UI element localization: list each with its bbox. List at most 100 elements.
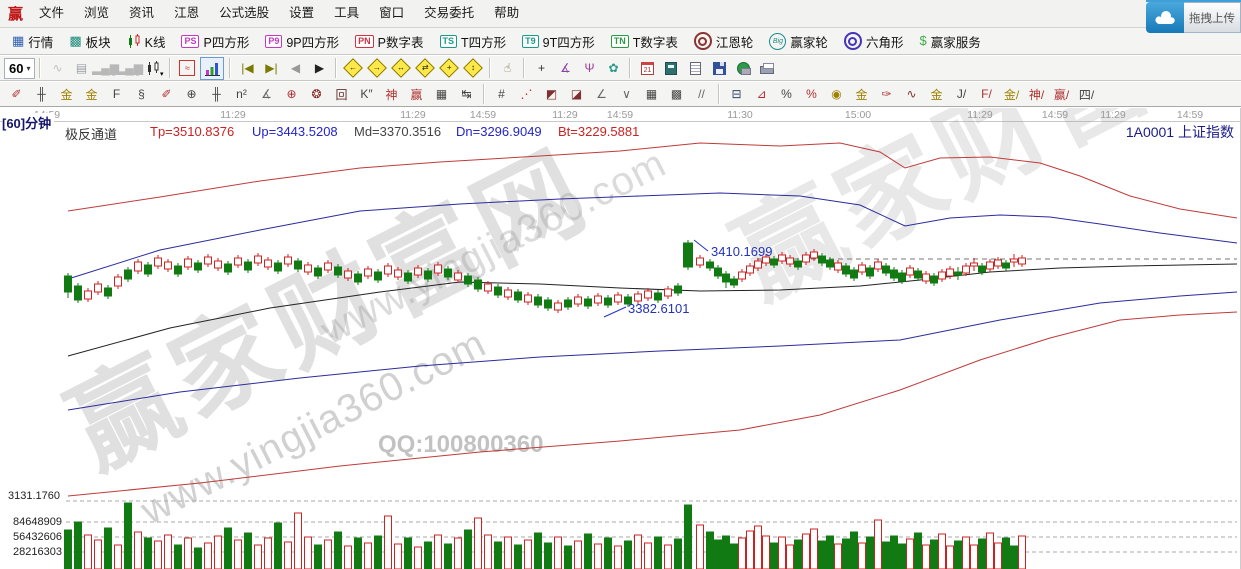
menu-item-2[interactable]: 资讯 <box>119 6 164 20</box>
clipboard-tool[interactable]: ▤ <box>70 58 92 79</box>
fib-grid-tool[interactable]: F <box>105 84 128 104</box>
kline-button[interactable]: K线 <box>119 30 174 52</box>
save-tool[interactable] <box>708 58 730 79</box>
brush-grid-tool[interactable]: ✐ <box>155 84 178 104</box>
print-tool[interactable] <box>756 58 778 79</box>
gann-wheel-button[interactable]: 江恩轮 <box>686 30 762 52</box>
spiral-tool[interactable]: § <box>130 84 153 104</box>
notes-tool[interactable] <box>684 58 706 79</box>
diamond-move-left-button[interactable]: ← <box>342 58 364 79</box>
menu-item-6[interactable]: 工具 <box>324 6 369 20</box>
diamond-compress-button[interactable]: ⇄ <box>414 58 436 79</box>
fan-box-tool[interactable]: ◩ <box>540 84 563 104</box>
menu-item-9[interactable]: 帮助 <box>484 6 529 20</box>
gold-angle-tool[interactable]: 金 <box>925 84 948 104</box>
t-number-table-button[interactable]: TNT数字表 <box>603 30 686 52</box>
grid-tool[interactable]: ▦ <box>640 84 663 104</box>
bars-5-tool[interactable]: ▂▄▆5 <box>118 58 140 79</box>
p9-square-button[interactable]: P99P四方形 <box>257 30 347 52</box>
percent-tool[interactable]: % <box>775 84 798 104</box>
indicator-chart-tool[interactable] <box>200 57 224 80</box>
fractal-tool[interactable]: Ψ <box>578 58 600 79</box>
k-marks-tool[interactable]: K″ <box>355 84 378 104</box>
gold2-angle-tool[interactable]: 金/ <box>1000 84 1023 104</box>
gold-circle-tool[interactable]: ◉ <box>825 84 848 104</box>
gold-grid-tool[interactable]: 金 <box>55 84 78 104</box>
wave-tool[interactable]: ∿ <box>900 84 923 104</box>
zigzag-tool[interactable]: ∿ <box>46 58 68 79</box>
percent-triangle-tool[interactable]: ⊿ <box>750 84 773 104</box>
fan-lines-tool[interactable]: ⋰ <box>515 84 538 104</box>
menu-item-3[interactable]: 江恩 <box>164 6 209 20</box>
menu-item-0[interactable]: 文件 <box>29 6 74 20</box>
n2-grid-tool[interactable]: n² <box>230 84 253 104</box>
timeshare-chart-tool[interactable]: ≈ <box>176 58 198 79</box>
j-angle-tool[interactable]: J/ <box>950 84 973 104</box>
timeframe-select[interactable]: 60▾ <box>4 58 35 79</box>
price-annotation-0: 3410.1699 <box>711 244 772 259</box>
diamond-expand-button-icon: ↔ <box>392 58 412 78</box>
menu-item-5[interactable]: 设置 <box>279 6 324 20</box>
cloud-icon[interactable] <box>1146 2 1184 33</box>
percent-line-tool[interactable]: % <box>800 84 823 104</box>
diamond-expand-button[interactable]: ↔ <box>390 58 412 79</box>
cycle-circle-tool[interactable]: ⊕ <box>180 84 203 104</box>
box-ruler-tool[interactable]: # <box>490 84 513 104</box>
angle-a-tool[interactable]: ∡ <box>255 84 278 104</box>
price-chart-canvas[interactable]: 14:5911:2911:2914:5911:2914:5911:3015:00… <box>0 108 1241 569</box>
next-page-button[interactable]: ▶ <box>308 58 330 79</box>
fan-square-tool[interactable]: ◪ <box>565 84 588 104</box>
flag-pencil-tool[interactable]: ✑ <box>875 84 898 104</box>
t9-square-button[interactable]: T99T四方形 <box>514 30 603 52</box>
market-quotes-button[interactable]: ▦行情 <box>4 30 61 52</box>
trend-angle-tool[interactable]: ∠ <box>590 84 613 104</box>
candle-style-tool[interactable]: ▾ <box>142 58 164 79</box>
bars-3-tool[interactable]: ▂▄▆3 <box>94 58 116 79</box>
scale-tool[interactable]: ⊟ <box>725 84 748 104</box>
target-tool[interactable]: ❂ <box>305 84 328 104</box>
circle-cross-tool[interactable]: ⊕ <box>280 84 303 104</box>
first-page-button[interactable]: |◀ <box>236 58 258 79</box>
angle-measure-tool[interactable]: ∡ <box>554 58 576 79</box>
t-square-button[interactable]: TST四方形 <box>432 30 515 52</box>
crosshair-tool[interactable]: + <box>530 58 552 79</box>
winner-wheel-button[interactable]: Big赢家轮 <box>761 30 836 52</box>
diamond-zoom-button[interactable]: + <box>438 58 460 79</box>
time-grid-tool[interactable]: ╫ <box>205 84 228 104</box>
prev-page-button[interactable]: ◀ <box>284 58 306 79</box>
menu-item-8[interactable]: 交易委托 <box>414 6 484 20</box>
drag-upload-button[interactable]: 拖拽上传 <box>1184 2 1241 33</box>
menu-item-4[interactable]: 公式选股 <box>209 6 279 20</box>
last-page-button[interactable]: ▶| <box>260 58 282 79</box>
shen-angle-tool[interactable]: 神/ <box>1025 84 1048 104</box>
winner-service-button[interactable]: $赢家服务 <box>911 30 988 52</box>
menu-item-1[interactable]: 浏览 <box>74 6 119 20</box>
hexagon-button[interactable]: 六角形 <box>836 30 912 52</box>
si-angle-tool[interactable]: 四/ <box>1075 84 1098 104</box>
p-square-button[interactable]: PSP四方形 <box>173 30 257 52</box>
square-target-tool[interactable]: 回 <box>330 84 353 104</box>
sectors-button[interactable]: ▩板块 <box>61 30 118 52</box>
calculator-tool[interactable] <box>660 58 682 79</box>
ying-grid-tool[interactable]: 赢 <box>405 84 428 104</box>
width-arrows-tool[interactable]: ↹ <box>455 84 478 104</box>
smart-analysis-tool[interactable]: ✿ <box>602 58 624 79</box>
diamond-move-right-button[interactable]: → <box>366 58 388 79</box>
gold-line-tool[interactable]: 金 <box>850 84 873 104</box>
diamond-vertical-button[interactable]: ↕ <box>462 58 484 79</box>
brush-tool[interactable]: ✐ <box>5 84 28 104</box>
parallel-lines-tool[interactable]: // <box>690 84 713 104</box>
calendar-tool[interactable]: 21 <box>636 58 658 79</box>
export-web-tool[interactable] <box>732 58 754 79</box>
shen-grid-tool[interactable]: 神 <box>380 84 403 104</box>
number-grid-tool[interactable]: ▦ <box>430 84 453 104</box>
gold-grid2-tool[interactable]: 金 <box>80 84 103 104</box>
pan-hand-tool[interactable]: ☝ <box>496 58 518 79</box>
f-angle-tool[interactable]: F/ <box>975 84 998 104</box>
ying-angle-tool[interactable]: 赢/ <box>1050 84 1073 104</box>
menu-item-7[interactable]: 窗口 <box>369 6 414 20</box>
v-lines-tool[interactable]: ∨ <box>615 84 638 104</box>
gann-grid-tool[interactable]: ╫ <box>30 84 53 104</box>
grid-filled-tool[interactable]: ▩ <box>665 84 688 104</box>
p-number-table-button[interactable]: PNP数字表 <box>347 30 431 52</box>
